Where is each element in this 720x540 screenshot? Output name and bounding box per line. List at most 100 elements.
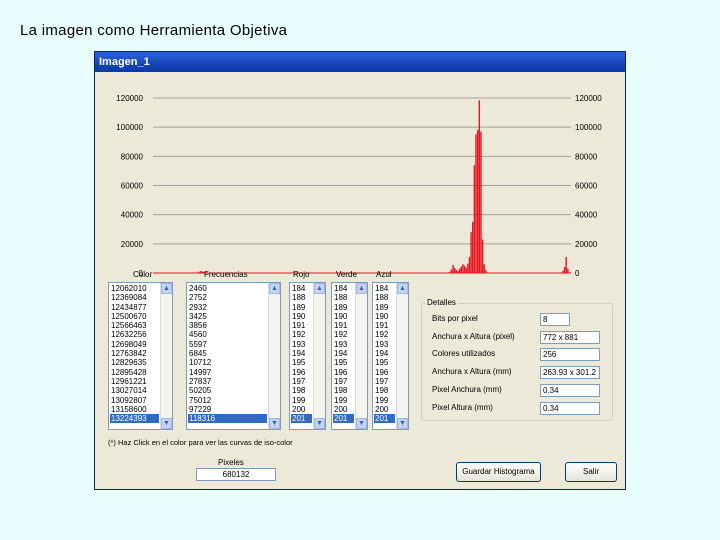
list-item[interactable]: 184 <box>291 284 312 293</box>
list-item[interactable]: 12829635 <box>110 358 159 367</box>
list-item[interactable]: 197 <box>333 377 354 386</box>
list-item[interactable]: 194 <box>333 349 354 358</box>
list-item[interactable]: 196 <box>333 368 354 377</box>
list-item[interactable]: 6845 <box>188 349 267 358</box>
list-item[interactable]: 189 <box>291 303 312 312</box>
exit-button[interactable]: Salir <box>565 462 617 482</box>
list-item[interactable]: 188 <box>291 293 312 302</box>
list-item[interactable]: 13092807 <box>110 396 159 405</box>
scrollbar[interactable]: ▲ ▼ <box>396 283 408 429</box>
blue-list[interactable]: 184 188 189 190 191 192 193 194 195 196 197 198 199 2… <box>372 282 409 430</box>
scroll-up-icon[interactable]: ▲ <box>161 283 172 294</box>
list-item[interactable]: 10712 <box>188 358 267 367</box>
list-item[interactable]: 12698049 <box>110 340 159 349</box>
list-item[interactable]: 197 <box>374 377 395 386</box>
list-item[interactable]: 189 <box>374 303 395 312</box>
pixel-width-field[interactable]: 0.34 <box>540 384 600 397</box>
window-title[interactable]: Imagen_1 <box>95 52 625 72</box>
list-item[interactable]: 192 <box>333 330 354 339</box>
list-item[interactable]: 193 <box>333 340 354 349</box>
list-item[interactable]: 2752 <box>188 293 267 302</box>
list-item[interactable]: 184 <box>333 284 354 293</box>
list-item[interactable]: 191 <box>333 321 354 330</box>
scrollbar[interactable]: ▲ ▼ <box>160 283 172 429</box>
list-item[interactable]: 2460 <box>188 284 267 293</box>
list-item[interactable]: 200 <box>374 405 395 414</box>
list-item[interactable]: 13158600 <box>110 405 159 414</box>
scrollbar[interactable]: ▲ ▼ <box>268 283 280 429</box>
list-item[interactable]: 12566463 <box>110 321 159 330</box>
scroll-up-icon[interactable]: ▲ <box>269 283 280 294</box>
list-item[interactable]: 198 <box>291 386 312 395</box>
list-item[interactable]: 190 <box>374 312 395 321</box>
scrollbar[interactable]: ▲ ▼ <box>313 283 325 429</box>
list-item[interactable]: 196 <box>291 368 312 377</box>
list-item[interactable]: 14997 <box>188 368 267 377</box>
list-item[interactable]: 193 <box>374 340 395 349</box>
list-item[interactable]: 50205 <box>188 386 267 395</box>
list-item[interactable]: 12500670 <box>110 312 159 321</box>
list-item[interactable]: 199 <box>374 396 395 405</box>
list-item[interactable]: 195 <box>333 358 354 367</box>
list-item[interactable]: 118316 <box>188 414 267 424</box>
green-list[interactable]: 184 188 189 190 191 192 193 194 195 196 197 198 199 2… <box>331 282 368 430</box>
list-item[interactable]: 12369084 <box>110 293 159 302</box>
list-item[interactable]: 12434877 <box>110 303 159 312</box>
list-item[interactable]: 3425 <box>188 312 267 321</box>
list-item[interactable]: 4560 <box>188 330 267 339</box>
list-item[interactable]: 198 <box>333 386 354 395</box>
list-item[interactable]: 199 <box>291 396 312 405</box>
scroll-down-icon[interactable]: ▼ <box>269 418 280 429</box>
list-item[interactable]: 194 <box>291 349 312 358</box>
scrollbar[interactable]: ▲ ▼ <box>355 283 367 429</box>
scroll-up-icon[interactable]: ▲ <box>314 283 325 294</box>
list-item[interactable]: 5597 <box>188 340 267 349</box>
list-item[interactable]: 191 <box>374 321 395 330</box>
pixels-field[interactable]: 680132 <box>196 468 276 481</box>
scroll-down-icon[interactable]: ▼ <box>161 418 172 429</box>
list-item[interactable]: 75012 <box>188 396 267 405</box>
list-item[interactable]: 192 <box>374 330 395 339</box>
list-item[interactable]: 13224393 <box>110 414 159 424</box>
list-item[interactable]: 201 <box>291 414 312 424</box>
list-item[interactable]: 12763842 <box>110 349 159 358</box>
size-pixel-field[interactable]: 772 x 881 <box>540 331 600 344</box>
list-item[interactable]: 194 <box>374 349 395 358</box>
list-item[interactable]: 190 <box>333 312 354 321</box>
list-item[interactable]: 2932 <box>188 303 267 312</box>
colors-used-field[interactable]: 256 <box>540 348 600 361</box>
pixel-height-field[interactable]: 0.34 <box>540 402 600 415</box>
list-item[interactable]: 195 <box>374 358 395 367</box>
save-histogram-button[interactable]: Guardar Histograma <box>456 462 541 482</box>
list-item[interactable]: 184 <box>374 284 395 293</box>
red-list[interactable]: 184 188 189 190 191 192 193 194 195 196 197 198 199 2… <box>289 282 326 430</box>
list-item[interactable]: 13027014 <box>110 386 159 395</box>
scroll-up-icon[interactable]: ▲ <box>356 283 367 294</box>
list-item[interactable]: 193 <box>291 340 312 349</box>
list-item[interactable]: 188 <box>374 293 395 302</box>
list-item[interactable]: 189 <box>333 303 354 312</box>
list-item[interactable]: 198 <box>374 386 395 395</box>
list-item[interactable]: 197 <box>291 377 312 386</box>
list-item[interactable]: 199 <box>333 396 354 405</box>
list-item[interactable]: 3856 <box>188 321 267 330</box>
scroll-down-icon[interactable]: ▼ <box>356 418 367 429</box>
size-mm-field[interactable]: 263.93 x 301.2 <box>540 366 600 379</box>
list-item[interactable]: 12961221 <box>110 377 159 386</box>
list-item[interactable]: 191 <box>291 321 312 330</box>
list-item[interactable]: 188 <box>333 293 354 302</box>
scroll-up-icon[interactable]: ▲ <box>397 283 408 294</box>
bits-per-pixel-field[interactable]: 8 <box>540 313 570 326</box>
list-item[interactable]: 201 <box>374 414 395 424</box>
list-item[interactable]: 190 <box>291 312 312 321</box>
scroll-down-icon[interactable]: ▼ <box>397 418 408 429</box>
list-item[interactable]: 200 <box>291 405 312 414</box>
frequency-list[interactable]: 2460 2752 2932 3425 3856 4560 5597 6845 10712 149… <box>186 282 281 430</box>
list-item[interactable]: 97229 <box>188 405 267 414</box>
list-item[interactable]: 196 <box>374 368 395 377</box>
list-item[interactable]: 200 <box>333 405 354 414</box>
color-list[interactable]: 12062010 12369084 12434877 12500670 12566463… <box>108 282 173 430</box>
list-item[interactable]: 12632256 <box>110 330 159 339</box>
list-item[interactable]: 27837 <box>188 377 267 386</box>
list-item[interactable]: 192 <box>291 330 312 339</box>
